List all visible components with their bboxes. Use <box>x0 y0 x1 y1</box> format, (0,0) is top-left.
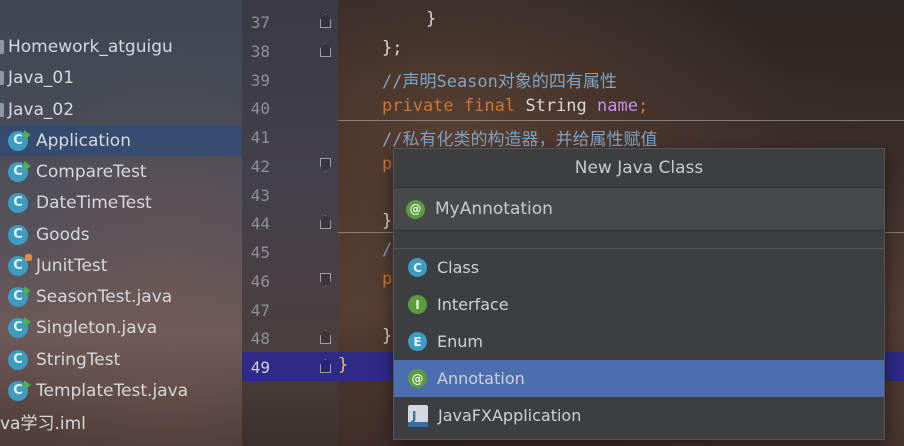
keyword-final: final <box>463 96 516 116</box>
tree-item-label: CompareTest <box>36 161 147 182</box>
kind-item-annotation[interactable]: @ Annotation <box>394 360 884 397</box>
code-line-45: / <box>382 240 393 260</box>
line-number: 47 <box>250 301 270 320</box>
semicolon: ; <box>637 96 649 116</box>
code-line-40: private final String name; <box>382 96 648 116</box>
interface-icon: I <box>408 295 427 314</box>
class-icon: C <box>408 258 427 277</box>
code-line-44: } <box>382 211 393 231</box>
project-tree: Homework_atguigu Java_01 Java_02 C Appli… <box>0 0 242 446</box>
fold-marker-icon[interactable] <box>320 359 331 373</box>
code-line-41: //私有化类的构造器，并给属性赋值 <box>382 130 658 150</box>
tree-item-junittest[interactable]: C JunitTest <box>0 250 242 281</box>
java-class-icon: C <box>8 316 31 338</box>
popup-divider <box>394 231 884 249</box>
tree-item-java-01[interactable]: Java_01 <box>0 62 242 93</box>
tree-item-templatetest[interactable]: C TemplateTest.java <box>0 375 242 406</box>
line-number: 48 <box>250 329 270 348</box>
line-row: 38 <box>242 36 904 65</box>
java-class-icon: C <box>8 379 31 401</box>
line-number: 37 <box>250 13 270 32</box>
enum-icon: E <box>408 332 427 351</box>
line-number: 45 <box>250 243 270 262</box>
fold-marker-icon[interactable] <box>320 273 331 287</box>
folder-icon <box>0 39 4 54</box>
java-class-icon: C <box>8 224 28 245</box>
kind-item-label: Enum <box>437 332 483 351</box>
fold-marker-icon[interactable] <box>320 158 331 172</box>
folder-icon <box>0 102 4 117</box>
annotation-icon: @ <box>406 199 425 219</box>
tree-item-label: TemplateTest.java <box>36 380 189 401</box>
tree-item-application[interactable]: C Application <box>0 125 242 156</box>
line-number: 44 <box>250 214 270 233</box>
field-name: name <box>597 96 638 116</box>
kind-item-label: JavaFXApplication <box>438 406 582 425</box>
java-class-icon: C <box>8 285 31 307</box>
tree-item-label: Java_01 <box>8 67 75 88</box>
tree-item-label: Singleton.java <box>36 317 158 338</box>
tree-item-seasontest[interactable]: C SeasonTest.java <box>0 281 242 312</box>
java-class-icon: C <box>8 192 28 213</box>
fold-marker-icon[interactable] <box>320 43 331 57</box>
java-class-icon: C <box>8 129 31 151</box>
type-string: String <box>525 96 587 116</box>
tree-item-homework-atguigu[interactable]: Homework_atguigu <box>0 31 242 62</box>
java-class-icon: C <box>8 253 32 276</box>
tree-item-label: Homework_atguigu <box>8 36 173 57</box>
tree-item-label: SeasonTest.java <box>36 286 173 307</box>
tree-item-comparetest[interactable]: C CompareTest <box>0 156 242 187</box>
line-number: 43 <box>250 186 270 205</box>
line-number: 38 <box>250 42 270 61</box>
code-line-42: p <box>382 154 393 174</box>
line-number: 41 <box>250 128 270 147</box>
line-number: 39 <box>250 71 270 90</box>
kind-item-label: Annotation <box>437 369 525 388</box>
javafx-icon <box>408 404 428 427</box>
java-class-icon: C <box>8 160 31 182</box>
code-line-37: } <box>426 9 437 29</box>
tree-item-label: Application <box>36 130 131 151</box>
folder-icon <box>0 70 4 85</box>
annotation-icon: @ <box>408 369 427 388</box>
code-line-39: //声明Season对象的四有属性 <box>382 72 617 92</box>
line-number: 42 <box>250 157 270 176</box>
line-number: 49 <box>250 358 270 377</box>
tree-item-label: DateTimeTest <box>36 192 152 213</box>
line-number: 40 <box>250 99 270 118</box>
new-java-class-popup: New Java Class @ MyAnnotation C Class I … <box>393 148 885 440</box>
code-line-46: p <box>382 269 393 289</box>
java-class-icon: C <box>8 349 28 370</box>
tree-item-label: Java_02 <box>8 99 75 120</box>
popup-title: New Java Class <box>394 149 884 188</box>
tree-item-iml-file[interactable]: va学习.iml <box>0 406 242 437</box>
code-line-48: } <box>382 326 393 346</box>
tree-item-singleton[interactable]: C Singleton.java <box>0 312 242 343</box>
fold-marker-icon[interactable] <box>320 215 331 229</box>
tree-item-goods[interactable]: C Goods <box>0 219 242 250</box>
kind-item-label: Interface <box>437 295 509 314</box>
line-number: 46 <box>250 272 270 291</box>
fold-marker-icon[interactable] <box>320 330 331 344</box>
fold-marker-icon[interactable] <box>320 14 331 28</box>
kind-item-label: Class <box>437 258 480 277</box>
tree-item-stringtest[interactable]: C StringTest <box>0 344 242 375</box>
tree-item-label: Goods <box>36 224 90 245</box>
kind-item-interface[interactable]: I Interface <box>394 286 884 323</box>
kind-item-enum[interactable]: E Enum <box>394 323 884 360</box>
class-name-input[interactable]: @ MyAnnotation <box>394 188 884 231</box>
code-token: }; <box>382 38 403 58</box>
tree-item-datetimetest[interactable]: C DateTimeTest <box>0 187 242 218</box>
kind-item-class[interactable]: C Class <box>394 249 884 286</box>
code-line-49: } <box>338 355 349 375</box>
class-name-value: MyAnnotation <box>435 199 553 219</box>
tree-item-label: va学习.iml <box>0 414 86 434</box>
tree-item-label: StringTest <box>36 349 121 370</box>
line-row: 37 <box>242 7 904 36</box>
tree-item-label: JunitTest <box>36 255 108 276</box>
tree-item-java-02[interactable]: Java_02 <box>0 94 242 125</box>
code-line-38: }; <box>382 38 402 58</box>
keyword-private: private <box>382 96 454 116</box>
kind-item-javafx-application[interactable]: JavaFXApplication <box>394 397 884 434</box>
